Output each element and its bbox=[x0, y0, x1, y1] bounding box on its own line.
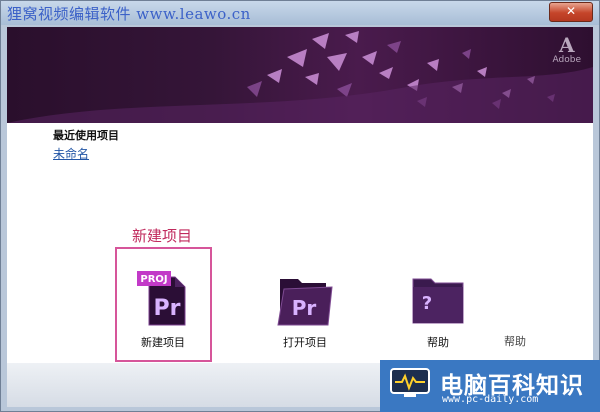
ghost-help-text: 帮助 bbox=[504, 335, 526, 348]
new-project-button[interactable]: PROJ Pr 新建项目 bbox=[123, 269, 203, 350]
brand-watermark: 电脑百科知识 www.pc-daily.com bbox=[380, 360, 600, 412]
help-label: 帮助 bbox=[427, 336, 449, 349]
open-project-button[interactable]: Pr 打开项目 bbox=[265, 269, 345, 350]
adobe-logo-mark: A bbox=[559, 33, 575, 57]
question-mark: ? bbox=[422, 293, 432, 314]
annotation-label: 新建项目 bbox=[132, 227, 193, 245]
welcome-content: 最近使用项目 未命名 新建项目 PROJ Pr 新建项目 Pr 打开项目 ? 帮… bbox=[7, 123, 593, 363]
brand-url: www.pc-daily.com bbox=[442, 394, 539, 405]
banner-shards-graphic bbox=[7, 31, 593, 123]
proj-badge-text: PROJ bbox=[140, 274, 167, 285]
premiere-project-icon: PROJ Pr bbox=[137, 271, 186, 326]
adobe-logo-text: Adobe bbox=[552, 55, 581, 65]
recent-projects-heading: 最近使用项目 bbox=[53, 129, 119, 142]
open-folder-icon: Pr bbox=[277, 279, 333, 326]
new-project-label: 新建项目 bbox=[141, 336, 185, 349]
premiere-banner: A Adobe bbox=[7, 27, 593, 123]
monitor-pulse-icon bbox=[390, 368, 430, 397]
close-button[interactable]: ✕ bbox=[549, 2, 593, 22]
help-button[interactable]: ? 帮助 bbox=[398, 269, 478, 350]
recent-project-link[interactable]: 未命名 bbox=[53, 145, 89, 162]
pr-mark: Pr bbox=[292, 296, 317, 320]
open-project-label: 打开项目 bbox=[283, 336, 327, 349]
title-bar: 狸窝视频编辑软件 www.leawo.cn ✕ bbox=[1, 1, 599, 25]
welcome-window: 狸窝视频编辑软件 www.leawo.cn ✕ A Adobe 最近使用项目 未… bbox=[0, 0, 600, 412]
help-folder-icon: ? bbox=[412, 278, 464, 324]
adobe-logo: A Adobe bbox=[553, 35, 581, 65]
pr-mark: Pr bbox=[154, 296, 181, 321]
watermark-title: 狸窝视频编辑软件 www.leawo.cn bbox=[7, 5, 251, 23]
